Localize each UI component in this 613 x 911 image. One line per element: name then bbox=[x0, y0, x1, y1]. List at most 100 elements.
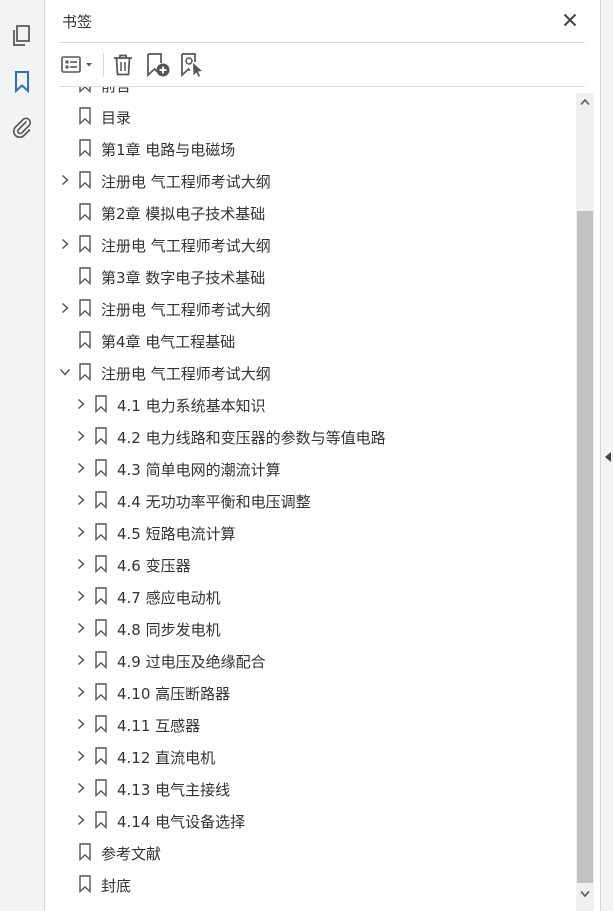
bookmark-label: 第2章 模拟电子技术基础 bbox=[101, 205, 266, 223]
bookmark-item-icon bbox=[79, 299, 91, 318]
new-bookmark-icon[interactable] bbox=[145, 51, 171, 79]
bookmark-label: 第4章 电气工程基础 bbox=[101, 333, 236, 351]
chevron-right-icon[interactable] bbox=[75, 493, 87, 507]
bookmark-item-icon bbox=[95, 779, 107, 798]
bookmark-item[interactable]: 参考文献 bbox=[45, 836, 576, 868]
bookmark-item[interactable]: 4.12 直流电机 bbox=[45, 740, 576, 772]
chevron-right-icon[interactable] bbox=[75, 397, 87, 411]
panel-header: 书签 bbox=[45, 0, 600, 42]
bookmark-item-icon bbox=[95, 619, 107, 638]
bookmark-item[interactable]: 4.5 短路电流计算 bbox=[45, 516, 576, 548]
bookmark-item-icon bbox=[79, 875, 91, 894]
bookmark-item[interactable]: 4.11 互感器 bbox=[45, 708, 576, 740]
bookmark-label: 4.9 过电压及绝缘配合 bbox=[117, 653, 266, 671]
panel-title: 书签 bbox=[62, 13, 93, 31]
bookmark-item[interactable]: 目录 bbox=[45, 100, 576, 132]
chevron-right-icon[interactable] bbox=[75, 557, 87, 571]
bookmark-item-icon bbox=[79, 203, 91, 222]
bookmark-item[interactable]: 4.4 无功功率平衡和电压调整 bbox=[45, 484, 576, 516]
chevron-right-icon[interactable] bbox=[75, 685, 87, 699]
close-icon[interactable] bbox=[559, 9, 581, 31]
bookmark-item[interactable]: 注册电 气工程师考试大纲 bbox=[45, 164, 576, 196]
bookmark-item[interactable]: 4.8 同步发电机 bbox=[45, 612, 576, 644]
bookmark-item-icon bbox=[79, 363, 91, 382]
bookmark-label: 第3章 数字电子技术基础 bbox=[101, 269, 266, 287]
scrollbar-thumb[interactable] bbox=[577, 211, 593, 883]
chevron-down-icon[interactable] bbox=[59, 365, 71, 379]
scroll-up-icon[interactable] bbox=[576, 93, 594, 111]
bookmark-item[interactable]: 前言 bbox=[45, 87, 576, 100]
bookmark-item-icon bbox=[95, 459, 107, 478]
bookmark-item-icon bbox=[79, 267, 91, 286]
chevron-right-icon[interactable] bbox=[59, 237, 71, 251]
bookmark-item[interactable]: 4.3 简单电网的潮流计算 bbox=[45, 452, 576, 484]
pages-icon[interactable] bbox=[7, 21, 37, 51]
bookmark-label: 4.1 电力系统基本知识 bbox=[117, 397, 266, 415]
bookmark-label: 注册电 气工程师考试大纲 bbox=[101, 173, 271, 191]
bookmark-label: 第1章 电路与电磁场 bbox=[101, 141, 236, 159]
navigation-rail bbox=[0, 0, 45, 911]
chevron-right-icon[interactable] bbox=[75, 717, 87, 731]
bookmark-item[interactable]: 第2章 模拟电子技术基础 bbox=[45, 196, 576, 228]
collapse-panel-icon[interactable] bbox=[604, 450, 612, 464]
chevron-right-icon[interactable] bbox=[75, 429, 87, 443]
bookmark-tree: 前言目录第1章 电路与电磁场注册电 气工程师考试大纲第2章 模拟电子技术基础注册… bbox=[45, 87, 576, 911]
chevron-right-icon[interactable] bbox=[75, 813, 87, 827]
bookmark-item[interactable]: 4.9 过电压及绝缘配合 bbox=[45, 644, 576, 676]
bookmark-item[interactable]: 4.10 高压断路器 bbox=[45, 676, 576, 708]
bookmark-label: 注册电 气工程师考试大纲 bbox=[101, 301, 271, 319]
bookmark-item-icon bbox=[95, 715, 107, 734]
bookmark-label: 参考文献 bbox=[101, 845, 162, 863]
bookmark-label: 4.11 互感器 bbox=[117, 717, 201, 735]
chevron-right-icon[interactable] bbox=[75, 781, 87, 795]
bookmark-item-icon bbox=[95, 427, 107, 446]
bookmark-label: 4.4 无功功率平衡和电压调整 bbox=[117, 493, 311, 511]
bookmark-item-icon bbox=[79, 139, 91, 158]
bookmark-item-icon bbox=[79, 843, 91, 862]
bookmark-item[interactable]: 4.2 电力线路和变压器的参数与等值电路 bbox=[45, 420, 576, 452]
bookmark-item[interactable]: 封底 bbox=[45, 868, 576, 900]
bookmark-label: 目录 bbox=[101, 109, 132, 127]
chevron-right-icon[interactable] bbox=[75, 525, 87, 539]
bookmark-label: 4.10 高压断路器 bbox=[117, 685, 231, 703]
chevron-right-icon[interactable] bbox=[75, 589, 87, 603]
bookmark-label: 4.12 直流电机 bbox=[117, 749, 216, 767]
bookmark-item-icon bbox=[95, 395, 107, 414]
scroll-down-icon[interactable] bbox=[576, 885, 594, 903]
chevron-right-icon[interactable] bbox=[59, 173, 71, 187]
bookmark-item[interactable]: 4.6 变压器 bbox=[45, 548, 576, 580]
bookmark-item[interactable]: 注册电 气工程师考试大纲 bbox=[45, 292, 576, 324]
bookmark-label: 4.8 同步发电机 bbox=[117, 621, 221, 639]
bookmark-label: 4.2 电力线路和变压器的参数与等值电路 bbox=[117, 429, 386, 447]
delete-icon[interactable] bbox=[111, 51, 135, 79]
new-bookmark-from-structure-icon[interactable] bbox=[179, 51, 205, 79]
chevron-right-icon[interactable] bbox=[59, 301, 71, 315]
bookmark-item-icon bbox=[79, 87, 91, 94]
bookmark-item[interactable]: 第1章 电路与电磁场 bbox=[45, 132, 576, 164]
bookmark-item[interactable]: 4.1 电力系统基本知识 bbox=[45, 388, 576, 420]
bookmarks-panel: 书签 目录 第1章 电路与电磁场 注册电 气工程师考试大纲 第2章 模拟电子技术… bbox=[45, 0, 600, 911]
bookmark-icon[interactable] bbox=[7, 67, 37, 97]
bookmark-label: 注册电 气工程师考试大纲 bbox=[101, 237, 271, 255]
bookmark-item[interactable]: 第4章 电气工程基础 bbox=[45, 324, 576, 356]
bookmark-item[interactable]: 4.13 电气主接线 bbox=[45, 772, 576, 804]
bookmarks-toolbar bbox=[45, 43, 600, 86]
bookmark-item-icon bbox=[95, 587, 107, 606]
bookmark-item[interactable]: 第3章 数字电子技术基础 bbox=[45, 260, 576, 292]
bookmark-label: 4.7 感应电动机 bbox=[117, 589, 221, 607]
chevron-right-icon[interactable] bbox=[75, 653, 87, 667]
bookmark-item[interactable]: 4.7 感应电动机 bbox=[45, 580, 576, 612]
chevron-right-icon[interactable] bbox=[75, 621, 87, 635]
chevron-right-icon[interactable] bbox=[75, 749, 87, 763]
toolbar-separator bbox=[103, 53, 104, 77]
bookmark-item-icon bbox=[79, 107, 91, 126]
bookmark-item[interactable]: 4.14 电气设备选择 bbox=[45, 804, 576, 836]
bookmark-item-icon bbox=[95, 747, 107, 766]
paperclip-icon[interactable] bbox=[7, 112, 37, 142]
bookmark-item[interactable]: 注册电 气工程师考试大纲 bbox=[45, 356, 576, 388]
bookmark-label: 封底 bbox=[101, 877, 132, 895]
bookmark-item[interactable]: 注册电 气工程师考试大纲 bbox=[45, 228, 576, 260]
vertical-scrollbar[interactable] bbox=[576, 93, 594, 911]
chevron-right-icon[interactable] bbox=[75, 461, 87, 475]
options-menu-icon[interactable] bbox=[59, 51, 97, 79]
